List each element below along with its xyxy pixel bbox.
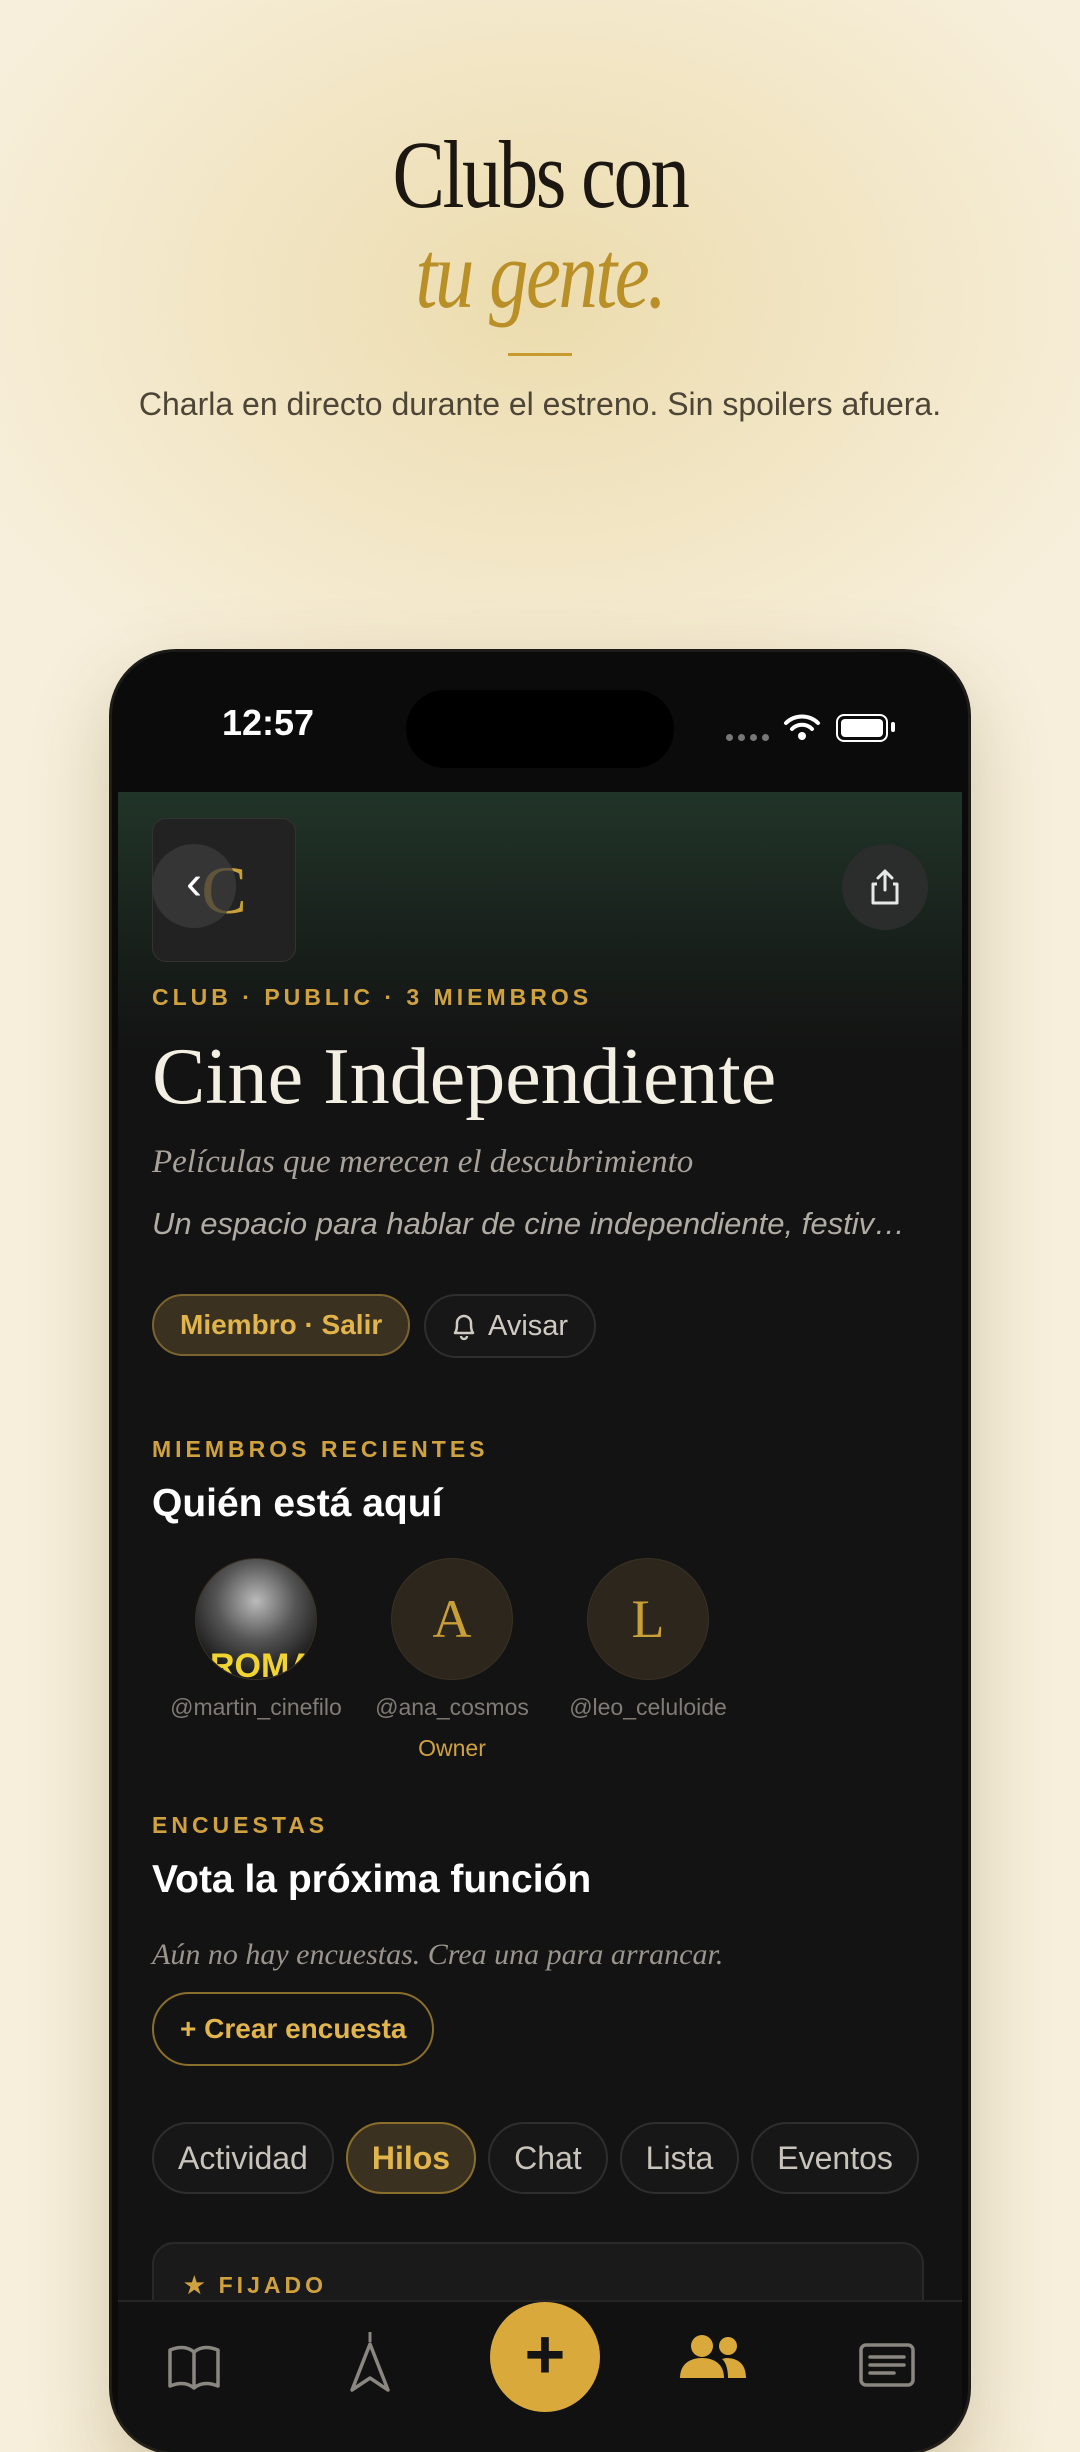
book-icon[interactable]: [166, 2342, 222, 2392]
tab-actividad[interactable]: Actividad: [152, 2122, 334, 2194]
star-icon: ★: [184, 2272, 209, 2298]
hero-title-line2: tu gente.: [415, 221, 667, 328]
member-handle: @leo_celuloide: [569, 1694, 727, 1720]
bell-icon: [453, 1314, 475, 1341]
news-icon[interactable]: [858, 2342, 916, 2388]
dynamic-island: [406, 690, 674, 768]
club-tagline: Películas que merecen el descubrimiento: [152, 1144, 694, 1180]
avatar-photo-text: ROMA: [210, 1647, 314, 1680]
pinned-label: FIJADO: [218, 2272, 327, 2298]
share-button[interactable]: [842, 844, 928, 930]
status-time: 12:57: [222, 702, 315, 743]
compass-icon[interactable]: [348, 2330, 392, 2394]
create-poll-button[interactable]: + Crear encuesta: [152, 1992, 435, 2066]
tab-chat[interactable]: Chat: [488, 2122, 608, 2194]
signal-icon: [726, 734, 769, 741]
tab-lista[interactable]: Lista: [619, 2122, 740, 2194]
pinned-label-row: ★ FIJADO: [184, 2272, 327, 2299]
hero-divider: [508, 353, 572, 356]
club-title: Cine Independiente: [152, 1033, 777, 1121]
members-title: Quién está aquí: [152, 1482, 443, 1525]
plus-icon[interactable]: +: [490, 2302, 600, 2412]
hero-subtitle: Charla en directo durante el estreno. Si…: [138, 386, 942, 422]
polls-empty-text: Aún no hay encuestas. Crea una para arra…: [152, 1938, 724, 1971]
back-button[interactable]: ‹: [152, 844, 236, 928]
members-eyebrow: MIEMBROS RECIENTES: [152, 1436, 489, 1462]
battery-nub: [891, 722, 895, 732]
club-description: Un espacio para hablar de cine independi…: [152, 1206, 922, 1241]
share-icon: [871, 869, 899, 905]
member-item[interactable]: A @ana_cosmos Owner: [352, 1558, 552, 1762]
club-screen: C ‹ CLUB · PUBLIC · 3 MIEMBROS Cine Inde…: [118, 792, 962, 2452]
member-handle: @ana_cosmos: [375, 1694, 529, 1720]
polls-eyebrow: ENCUESTAS: [152, 1812, 329, 1838]
leave-club-button[interactable]: Miembro · Salir: [152, 1294, 411, 1356]
notify-button[interactable]: Avisar: [424, 1294, 597, 1358]
tab-eventos[interactable]: Eventos: [751, 2122, 919, 2194]
avatar: ROMA: [195, 1558, 317, 1680]
tab-hilos[interactable]: Hilos: [345, 2122, 477, 2194]
club-meta: CLUB · PUBLIC · 3 MIEMBROS: [152, 984, 593, 1010]
avatar: A: [391, 1558, 513, 1680]
content-tabs: Actividad Hilos Chat Lista Eventos: [152, 2122, 919, 2194]
member-item[interactable]: L @leo_celuloide: [548, 1558, 748, 1721]
people-icon[interactable]: [678, 2332, 748, 2382]
member-handle: @martin_cinefilo: [170, 1694, 342, 1720]
polls-title: Vota la próxima función: [152, 1858, 592, 1901]
wifi-icon: [784, 714, 820, 740]
phone-frame: 12:57 C ‹ CLUB · PUBLIC · 3 MIEMBROS Cin…: [112, 652, 968, 2452]
notify-label: Avisar: [488, 1309, 569, 1342]
member-role-badge: Owner: [418, 1735, 486, 1761]
bottom-tab-bar: +: [118, 2300, 962, 2452]
leave-club-label: Miembro · Salir: [180, 1309, 383, 1340]
hero-title-line1: Clubs con: [392, 121, 690, 228]
member-item[interactable]: ROMA @martin_cinefilo: [156, 1558, 356, 1721]
battery-icon: [836, 714, 888, 742]
avatar: L: [587, 1558, 709, 1680]
